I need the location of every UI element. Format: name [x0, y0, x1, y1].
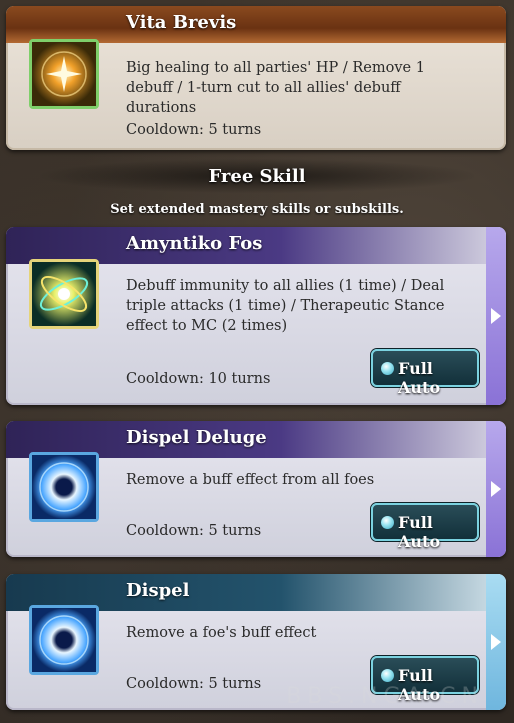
skill-cooldown: Cooldown: 10 turns	[126, 371, 271, 387]
full-auto-indicator-icon	[381, 362, 394, 375]
light-orbit-icon	[29, 259, 99, 329]
skill-description: Remove a foe's buff effect	[126, 625, 317, 641]
skill-cooldown: Cooldown: 5 turns	[126, 523, 262, 539]
full-auto-indicator-icon	[381, 516, 394, 529]
watermark-text: BBS.NGA.CN	[286, 684, 484, 709]
skill-title: Dispel Deluge	[126, 427, 267, 448]
expand-tab[interactable]	[486, 421, 506, 557]
skill-description: Big healing to all parties' HP / Remove …	[126, 60, 425, 116]
skill-description: Debuff immunity to all allies (1 time) /…	[126, 278, 445, 334]
skill-cooldown: Cooldown: 5 turns	[126, 676, 262, 692]
chevron-right-icon	[491, 634, 501, 650]
healing-sparkle-icon	[29, 39, 99, 109]
skill-title: Amyntiko Fos	[126, 233, 263, 254]
full-auto-button[interactable]: Full Auto	[371, 503, 479, 551]
free-skill-title: Free Skill	[208, 166, 306, 187]
free-skill-subtitle: Set extended mastery skills or subskills…	[110, 202, 404, 217]
expand-tab[interactable]	[486, 574, 506, 710]
skill-card-dispel-deluge[interactable]: Dispel Deluge Remove a buff effect from …	[6, 421, 506, 557]
skill-description: Remove a buff effect from all foes	[126, 472, 375, 488]
skill-card-amyntiko-fos[interactable]: Amyntiko Fos Debuff immunity to all alli…	[6, 227, 506, 405]
chevron-right-icon	[491, 481, 501, 497]
full-auto-label: Full Auto	[398, 513, 441, 551]
full-auto-button[interactable]: Full Auto	[371, 349, 479, 397]
dispel-orb-icon	[29, 452, 99, 522]
skill-cooldown: Cooldown: 5 turns	[126, 122, 262, 138]
skill-title: Vita Brevis	[126, 12, 237, 33]
skill-card-vita-brevis[interactable]: Vita Brevis Big healing to all parties' …	[6, 6, 506, 150]
chevron-right-icon	[491, 308, 501, 324]
expand-tab[interactable]	[486, 227, 506, 405]
full-auto-indicator-icon	[381, 669, 394, 682]
skill-title: Dispel	[126, 580, 190, 601]
skill-card-header	[6, 6, 506, 43]
full-auto-label: Full Auto	[398, 359, 441, 397]
dispel-orb-icon	[29, 605, 99, 675]
